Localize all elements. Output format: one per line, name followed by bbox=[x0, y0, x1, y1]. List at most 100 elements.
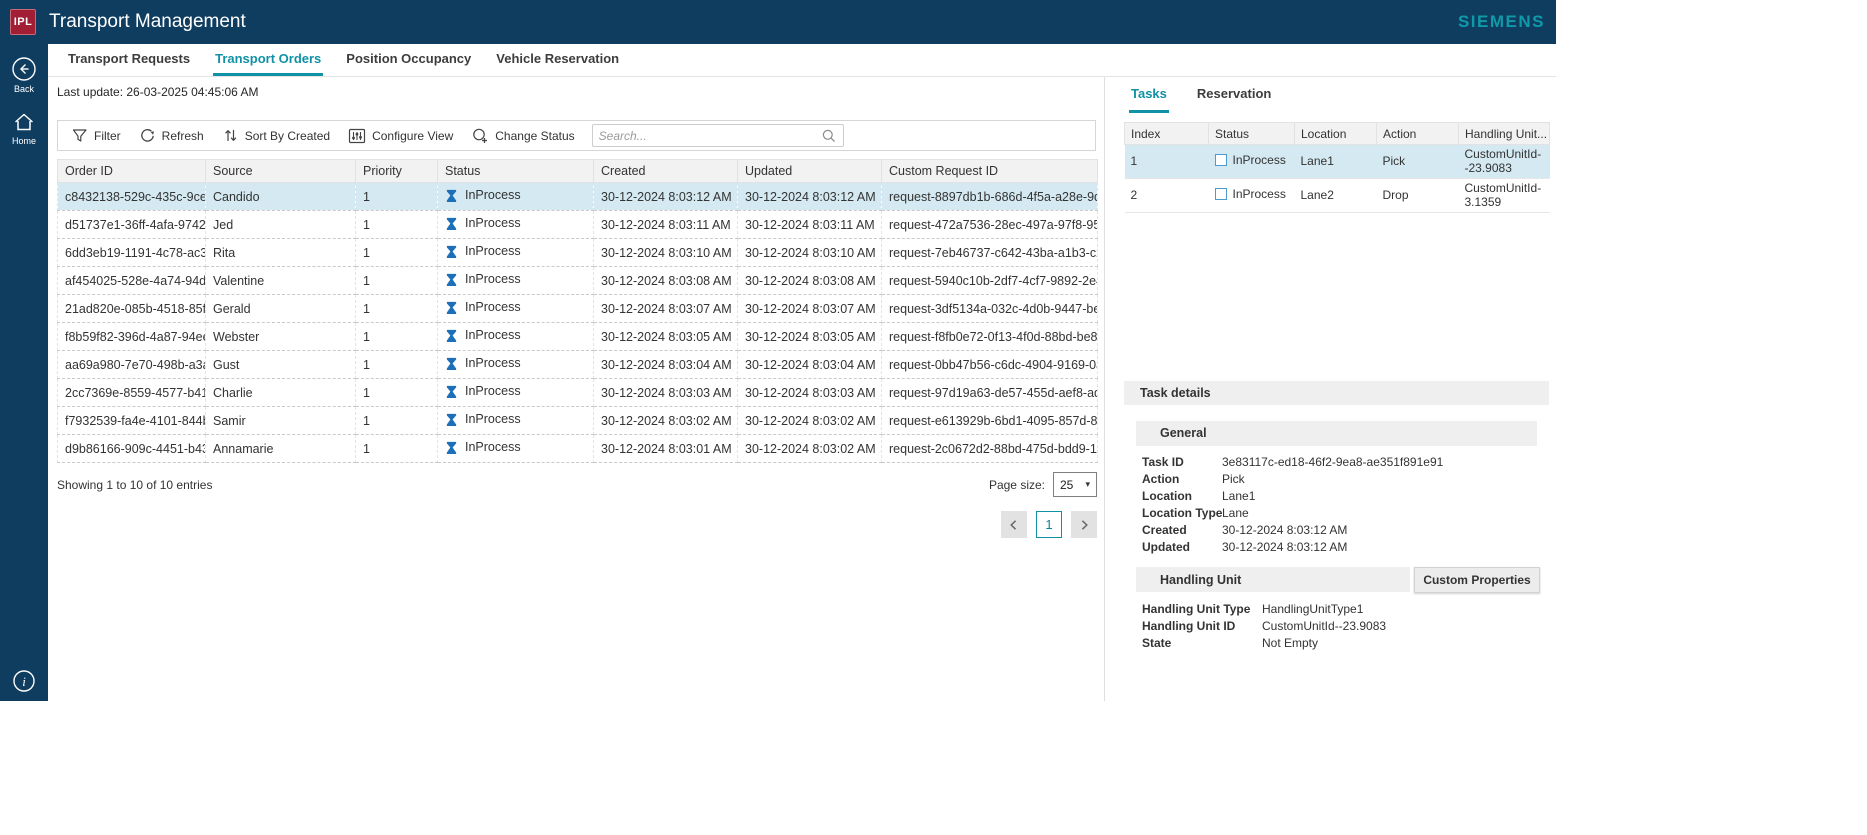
cell-created: 30-12-2024 8:03:04 AM bbox=[594, 351, 738, 379]
detail-label: Location bbox=[1142, 489, 1222, 503]
col-source[interactable]: Source bbox=[206, 160, 356, 183]
tab-transport-requests[interactable]: Transport Requests bbox=[66, 44, 192, 76]
tab-vehicle-reservation[interactable]: Vehicle Reservation bbox=[494, 44, 621, 76]
table-row[interactable]: d9b86166-909c-4451-b432-ff... Annamarie … bbox=[58, 435, 1098, 463]
col-created[interactable]: Created bbox=[594, 160, 738, 183]
detail-label: Updated bbox=[1142, 540, 1222, 554]
col-updated[interactable]: Updated bbox=[738, 160, 882, 183]
cell-source: Candido bbox=[206, 183, 356, 211]
configure-view-button[interactable]: Configure View bbox=[339, 121, 462, 150]
next-page-button[interactable] bbox=[1071, 511, 1097, 538]
col-action[interactable]: Action bbox=[1377, 123, 1459, 145]
detail-value: HandlingUnitType1 bbox=[1262, 602, 1363, 616]
table-row[interactable]: af454025-528e-4a74-94dd-d1... Valentine … bbox=[58, 267, 1098, 295]
table-row[interactable]: c8432138-529c-435c-9ce3-0b... Candido 1 … bbox=[58, 183, 1098, 211]
search-icon[interactable] bbox=[821, 128, 837, 144]
cell-status: InProcess bbox=[438, 323, 594, 351]
sort-by-created-label: Sort By Created bbox=[245, 129, 330, 143]
cell-order-id: f7932539-fa4e-4101-844b-24... bbox=[58, 407, 206, 435]
col-handling-unit[interactable]: Handling Unit... bbox=[1459, 123, 1550, 145]
cell-source: Rita bbox=[206, 239, 356, 267]
col-priority[interactable]: Priority bbox=[356, 160, 438, 183]
tab-position-occupancy[interactable]: Position Occupancy bbox=[344, 44, 473, 76]
cell-source: Gust bbox=[206, 351, 356, 379]
filter-button[interactable]: Filter bbox=[62, 121, 130, 150]
col-status[interactable]: Status bbox=[438, 160, 594, 183]
table-row[interactable]: f7932539-fa4e-4101-844b-24... Samir 1 In… bbox=[58, 407, 1098, 435]
custom-properties-button[interactable]: Custom Properties bbox=[1414, 567, 1540, 593]
tasks-header-row: Index Status Location Action Handling Un… bbox=[1125, 123, 1550, 145]
task-row[interactable]: 1 InProcess Lane1 Pick CustomUnitId--23.… bbox=[1125, 145, 1550, 179]
col-order-id[interactable]: Order ID bbox=[58, 160, 206, 183]
orders-header-row: Order ID Source Priority Status Created … bbox=[58, 160, 1098, 183]
cell-order-id: f8b59f82-396d-4a87-94ee-c8... bbox=[58, 323, 206, 351]
cell-created: 30-12-2024 8:03:10 AM bbox=[594, 239, 738, 267]
change-status-button[interactable]: Change Status bbox=[462, 121, 583, 150]
cell-source: Webster bbox=[206, 323, 356, 351]
cell-order-id: af454025-528e-4a74-94dd-d1... bbox=[58, 267, 206, 295]
inprocess-hourglass-icon bbox=[445, 413, 458, 426]
cell-request-id: request-3df5134a-032c-4d0b-9447-bee3f91.… bbox=[882, 295, 1098, 323]
status-checkbox[interactable] bbox=[1215, 188, 1227, 200]
cell-updated: 30-12-2024 8:03:02 AM bbox=[738, 407, 882, 435]
table-row[interactable]: f8b59f82-396d-4a87-94ee-c8... Webster 1 … bbox=[58, 323, 1098, 351]
back-arrow-icon bbox=[11, 56, 37, 82]
cell-request-id: request-0bb47b56-c6dc-4904-9169-0a8c4f0.… bbox=[882, 351, 1098, 379]
back-button[interactable]: Back bbox=[11, 56, 37, 94]
status-text: InProcess bbox=[465, 300, 521, 314]
table-row[interactable]: aa69a980-7e70-498b-a3ad-9... Gust 1 InPr… bbox=[58, 351, 1098, 379]
page-1-button[interactable]: 1 bbox=[1036, 511, 1062, 538]
col-task-status[interactable]: Status bbox=[1209, 123, 1295, 145]
detail-value: Not Empty bbox=[1262, 636, 1318, 650]
detail-label: Action bbox=[1142, 472, 1222, 486]
back-label: Back bbox=[14, 84, 34, 94]
cell-updated: 30-12-2024 8:03:07 AM bbox=[738, 295, 882, 323]
ipl-logo: IPL bbox=[10, 9, 36, 35]
search-input[interactable] bbox=[599, 129, 821, 143]
cell-updated: 30-12-2024 8:03:12 AM bbox=[738, 183, 882, 211]
tab-tasks[interactable]: Tasks bbox=[1129, 77, 1169, 113]
page-size-select[interactable]: 25 ▾ bbox=[1053, 472, 1097, 497]
tab-transport-orders[interactable]: Transport Orders bbox=[213, 44, 323, 76]
cell-request-id: request-f8fb0e72-0f13-4f0d-88bd-be89f773… bbox=[882, 323, 1098, 351]
cell-handling-unit: CustomUnitId--23.9083 bbox=[1459, 145, 1550, 179]
cell-priority: 1 bbox=[356, 323, 438, 351]
cell-order-id: c8432138-529c-435c-9ce3-0b... bbox=[58, 183, 206, 211]
cell-status: InProcess bbox=[438, 351, 594, 379]
cell-priority: 1 bbox=[356, 295, 438, 323]
table-row[interactable]: 21ad820e-085b-4518-85f8-f1... Gerald 1 I… bbox=[58, 295, 1098, 323]
cell-request-id: request-8897db1b-686d-4f5a-a28e-9daf79b.… bbox=[882, 183, 1098, 211]
detail-label: State bbox=[1142, 636, 1262, 650]
app-header: IPL Transport Management SIEMENS bbox=[0, 0, 1556, 44]
inprocess-hourglass-icon bbox=[445, 245, 458, 258]
col-custom-request-id[interactable]: Custom Request ID bbox=[882, 160, 1098, 183]
col-index[interactable]: Index bbox=[1125, 123, 1209, 145]
status-text: InProcess bbox=[465, 244, 521, 258]
refresh-label: Refresh bbox=[162, 129, 204, 143]
cell-created: 30-12-2024 8:03:11 AM bbox=[594, 211, 738, 239]
cell-updated: 30-12-2024 8:03:02 AM bbox=[738, 435, 882, 463]
last-update-text: Last update: 26-03-2025 04:45:06 AM bbox=[57, 85, 1096, 99]
task-status-text: InProcess bbox=[1233, 153, 1286, 167]
refresh-button[interactable]: Refresh bbox=[130, 121, 213, 150]
task-row[interactable]: 2 InProcess Lane2 Drop CustomUnitId-3.13… bbox=[1125, 178, 1550, 212]
chevron-right-icon bbox=[1077, 518, 1091, 532]
cell-index: 1 bbox=[1125, 145, 1209, 179]
sort-arrows-icon bbox=[222, 127, 239, 144]
home-button[interactable]: Home bbox=[12, 110, 36, 146]
table-row[interactable]: 6dd3eb19-1191-4c78-ac3c-97... Rita 1 InP… bbox=[58, 239, 1098, 267]
table-row[interactable]: d51737e1-36ff-4afa-9742-ddf... Jed 1 InP… bbox=[58, 211, 1098, 239]
info-button[interactable]: i bbox=[0, 669, 48, 693]
app-window: IPL Transport Management SIEMENS Back Ho… bbox=[0, 0, 1556, 701]
cell-source: Samir bbox=[206, 407, 356, 435]
general-section-header: General bbox=[1136, 421, 1537, 446]
detail-label: Created bbox=[1142, 523, 1222, 537]
sort-by-created-button[interactable]: Sort By Created bbox=[213, 121, 339, 150]
table-row[interactable]: 2cc7369e-8559-4577-b415-5e... Charlie 1 … bbox=[58, 379, 1098, 407]
status-checkbox[interactable] bbox=[1215, 154, 1227, 166]
cell-status: InProcess bbox=[438, 239, 594, 267]
tab-reservation[interactable]: Reservation bbox=[1195, 77, 1273, 113]
handling-unit-details-list: Handling Unit Type HandlingUnitType1 Han… bbox=[1142, 601, 1556, 652]
col-location[interactable]: Location bbox=[1295, 123, 1377, 145]
prev-page-button[interactable] bbox=[1001, 511, 1027, 538]
